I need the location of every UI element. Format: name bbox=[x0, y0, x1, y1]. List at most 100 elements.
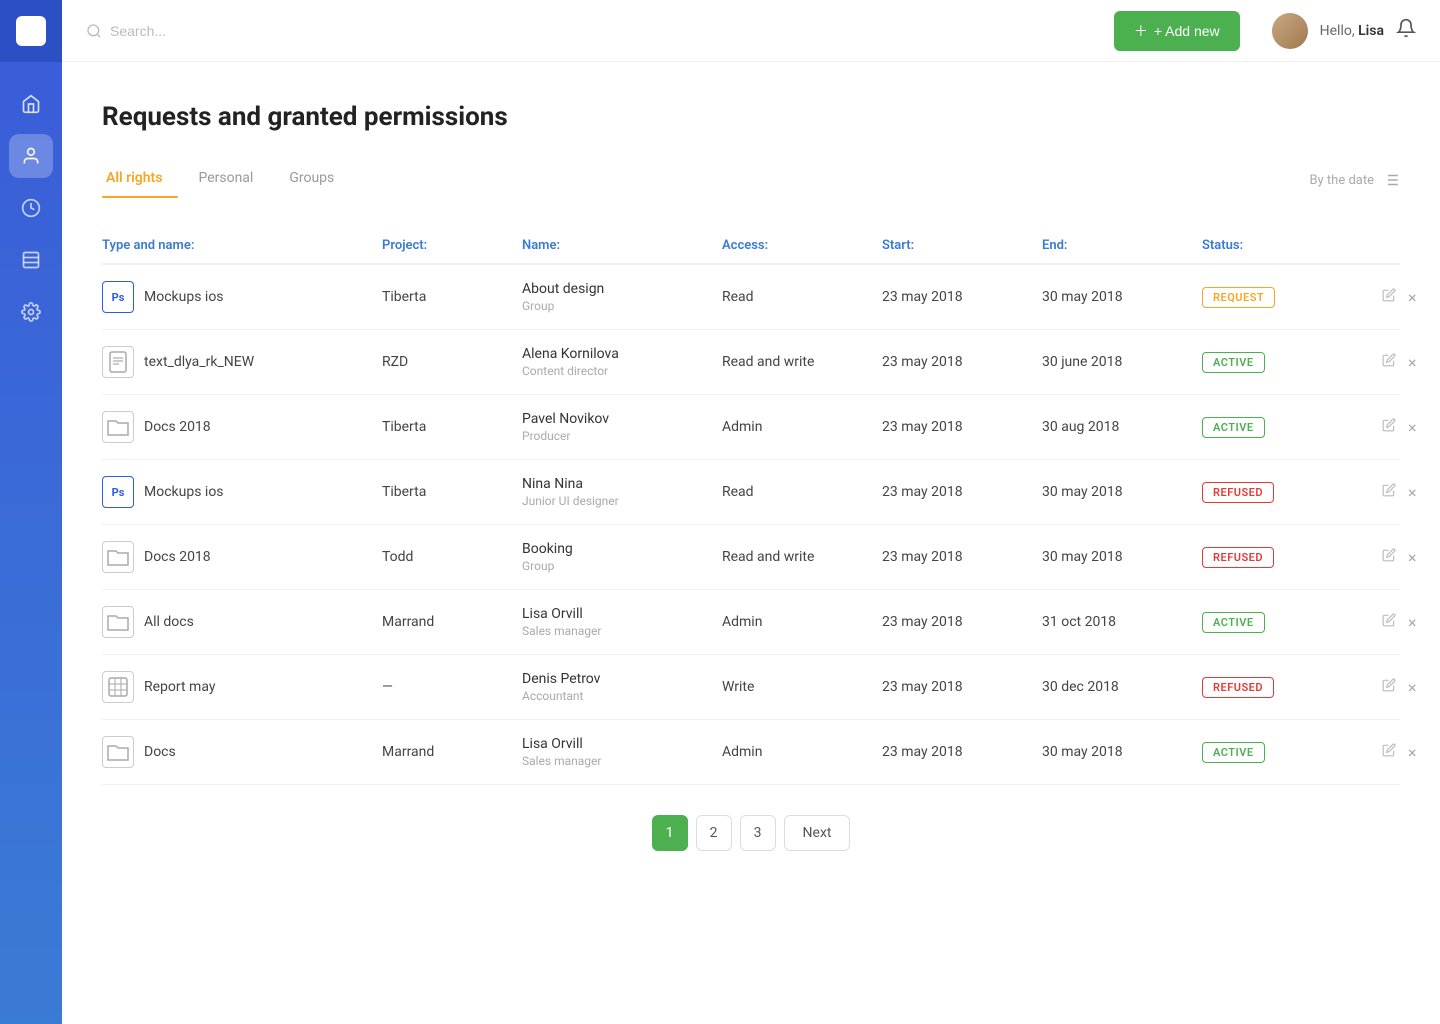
file-icon bbox=[102, 411, 134, 443]
cell-access: Read bbox=[722, 289, 882, 305]
cell-start: 23 may 2018 bbox=[882, 419, 1042, 435]
status-badge: ACTIVE bbox=[1202, 417, 1265, 438]
page-btn-3[interactable]: 3 bbox=[740, 815, 776, 851]
file-name: Docs bbox=[144, 744, 176, 760]
delete-button[interactable]: × bbox=[1408, 353, 1417, 372]
status-badge: REFUSED bbox=[1202, 482, 1274, 503]
file-icon bbox=[102, 606, 134, 638]
action-buttons: × bbox=[1382, 288, 1440, 307]
table-row: All docs Marrand Lisa Orvill Sales manag… bbox=[102, 590, 1400, 655]
delete-button[interactable]: × bbox=[1408, 613, 1417, 632]
person-name: Booking bbox=[522, 541, 722, 557]
edit-button[interactable] bbox=[1382, 418, 1396, 436]
tab-personal[interactable]: Personal bbox=[194, 162, 269, 198]
person-role: Content director bbox=[522, 364, 722, 378]
cell-project: Tiberta bbox=[382, 484, 522, 500]
status-badge: REFUSED bbox=[1202, 547, 1274, 568]
cell-end: 30 may 2018 bbox=[1042, 289, 1202, 305]
status-badge: ACTIVE bbox=[1202, 612, 1265, 633]
cell-status: ACTIVE bbox=[1202, 612, 1382, 633]
status-badge: REFUSED bbox=[1202, 677, 1274, 698]
th-name: Name: bbox=[522, 238, 722, 253]
table-row: text_dlya_rk_NEW RZD Alena Kornilova Con… bbox=[102, 330, 1400, 395]
edit-button[interactable] bbox=[1382, 613, 1396, 631]
header-right: Hello, Lisa bbox=[1272, 13, 1416, 49]
cell-person: Alena Kornilova Content director bbox=[522, 346, 722, 378]
cell-start: 23 may 2018 bbox=[882, 549, 1042, 565]
cell-type-name: Docs bbox=[102, 736, 382, 768]
person-name: Alena Kornilova bbox=[522, 346, 722, 362]
tab-all-rights[interactable]: All rights bbox=[102, 162, 178, 198]
th-start: Start: bbox=[882, 238, 1042, 253]
cell-person: Lisa Orvill Sales manager bbox=[522, 606, 722, 638]
cell-access: Admin bbox=[722, 614, 882, 630]
add-new-button[interactable]: ＋ + Add new bbox=[1114, 11, 1240, 51]
th-status: Status: bbox=[1202, 238, 1382, 253]
delete-button[interactable]: × bbox=[1408, 743, 1417, 762]
edit-button[interactable] bbox=[1382, 743, 1396, 761]
cell-start: 23 may 2018 bbox=[882, 679, 1042, 695]
cell-access: Write bbox=[722, 679, 882, 695]
person-role: Sales manager bbox=[522, 624, 722, 638]
cell-end: 30 aug 2018 bbox=[1042, 419, 1202, 435]
delete-button[interactable]: × bbox=[1408, 678, 1417, 697]
action-buttons: × bbox=[1382, 678, 1440, 697]
edit-button[interactable] bbox=[1382, 548, 1396, 566]
cell-project: Marrand bbox=[382, 744, 522, 760]
cell-person: Lisa Orvill Sales manager bbox=[522, 736, 722, 768]
file-icon bbox=[102, 541, 134, 573]
table-row: Docs 2018 Todd Booking Group Read and wr… bbox=[102, 525, 1400, 590]
pagination: 1 2 3 Next bbox=[102, 785, 1400, 871]
file-name: Docs 2018 bbox=[144, 419, 211, 435]
file-icon bbox=[102, 671, 134, 703]
person-role: Junior UI designer bbox=[522, 494, 722, 508]
cell-start: 23 may 2018 bbox=[882, 614, 1042, 630]
cell-status: ACTIVE bbox=[1202, 742, 1382, 763]
table-row: Ps Mockups ios Tiberta Nina Nina Junior … bbox=[102, 460, 1400, 525]
sort-icon[interactable] bbox=[1382, 171, 1400, 189]
edit-button[interactable] bbox=[1382, 353, 1396, 371]
cell-end: 30 june 2018 bbox=[1042, 354, 1202, 370]
table-row: Docs 2018 Tiberta Pavel Novikov Producer… bbox=[102, 395, 1400, 460]
sidebar-item-home[interactable] bbox=[9, 82, 53, 126]
greeting: Hello, Lisa bbox=[1320, 23, 1384, 39]
cell-end: 31 oct 2018 bbox=[1042, 614, 1202, 630]
delete-button[interactable]: × bbox=[1408, 548, 1417, 567]
delete-button[interactable]: × bbox=[1408, 418, 1417, 437]
table-row: Docs Marrand Lisa Orvill Sales manager A… bbox=[102, 720, 1400, 785]
sidebar-nav bbox=[0, 82, 62, 334]
status-badge: ACTIVE bbox=[1202, 742, 1265, 763]
avatar bbox=[1272, 13, 1308, 49]
sidebar-item-documents[interactable] bbox=[9, 238, 53, 282]
tab-groups[interactable]: Groups bbox=[285, 162, 350, 198]
status-badge: REQUEST bbox=[1202, 287, 1275, 308]
cell-end: 30 may 2018 bbox=[1042, 549, 1202, 565]
page-btn-1[interactable]: 1 bbox=[652, 815, 688, 851]
main-area: ＋ + Add new Hello, Lisa Requests and gra… bbox=[62, 0, 1440, 1024]
search-input[interactable] bbox=[110, 23, 310, 39]
add-new-icon: ＋ bbox=[1134, 21, 1148, 41]
search-area bbox=[86, 23, 1098, 39]
cell-status: REFUSED bbox=[1202, 547, 1382, 568]
page-btn-2[interactable]: 2 bbox=[696, 815, 732, 851]
notification-bell-icon[interactable] bbox=[1396, 18, 1416, 43]
sidebar-logo bbox=[0, 0, 62, 62]
delete-button[interactable]: × bbox=[1408, 483, 1417, 502]
edit-button[interactable] bbox=[1382, 483, 1396, 501]
action-buttons: × bbox=[1382, 743, 1440, 762]
next-button[interactable]: Next bbox=[784, 815, 851, 851]
cell-project: RZD bbox=[382, 354, 522, 370]
file-name: All docs bbox=[144, 614, 194, 630]
file-icon bbox=[102, 346, 134, 378]
person-name: Lisa Orvill bbox=[522, 736, 722, 752]
delete-button[interactable]: × bbox=[1408, 288, 1417, 307]
sidebar-item-settings[interactable] bbox=[9, 290, 53, 334]
sort-area: By the date bbox=[1309, 171, 1400, 189]
cell-type-name: Ps Mockups ios bbox=[102, 476, 382, 508]
sidebar-item-clock[interactable] bbox=[9, 186, 53, 230]
th-project: Project: bbox=[382, 238, 522, 253]
sidebar-item-users[interactable] bbox=[9, 134, 53, 178]
edit-button[interactable] bbox=[1382, 288, 1396, 306]
edit-button[interactable] bbox=[1382, 678, 1396, 696]
person-name: Lisa Orvill bbox=[522, 606, 722, 622]
